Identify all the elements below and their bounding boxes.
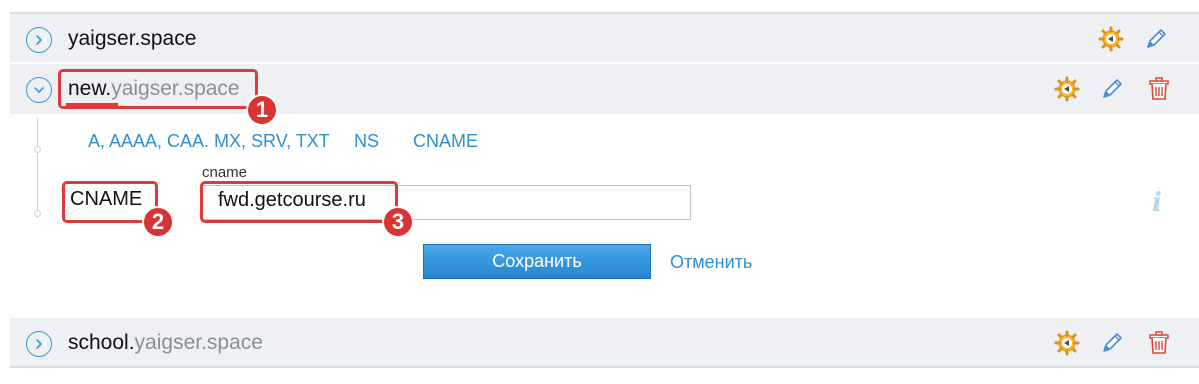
domain-name[interactable]: yaigser.space [68,25,196,53]
settings-gear-icon[interactable] [1098,26,1124,52]
edit-pencil-icon[interactable] [1099,330,1125,356]
info-icon[interactable]: i [1152,188,1162,218]
edit-pencil-icon[interactable] [1099,76,1125,102]
expand-icon[interactable] [26,331,52,357]
tree-connector [37,118,38,218]
delete-trash-icon[interactable] [1146,330,1172,356]
subdomain-part: school. [68,331,135,354]
tab-ns[interactable]: NS [354,131,379,152]
annotation-badge: 1 [246,94,278,126]
cname-field-label: cname [202,164,248,181]
edit-pencil-icon[interactable] [1143,26,1169,52]
annotation-badge: 3 [382,206,414,238]
tree-node-dot [34,146,41,153]
base-domain-part: yaigser.space [68,27,197,50]
annotation-underline [66,103,118,106]
settings-gear-icon[interactable] [1054,76,1080,102]
base-domain-part: yaigser.space [134,331,263,354]
domain-name[interactable]: school.yaigser.space [68,329,263,357]
domain-row-school: school.yaigser.space [10,318,1199,368]
tab-a-aaaa-caa-mx-srv-txt[interactable]: A, AAAA, CAA. MX, SRV, TXT [88,131,330,152]
expand-icon[interactable] [26,27,52,53]
tree-node-dot [34,210,41,217]
save-button[interactable]: Сохранить [423,244,651,279]
tab-cname[interactable]: CNAME [413,131,478,152]
settings-gear-icon[interactable] [1054,330,1080,356]
domain-row-root: yaigser.space [10,12,1199,62]
annotation-box [200,181,398,223]
collapse-icon[interactable] [26,77,52,103]
annotation-badge: 2 [142,206,174,238]
delete-trash-icon[interactable] [1146,76,1172,102]
cancel-link[interactable]: Отменить [670,252,752,273]
